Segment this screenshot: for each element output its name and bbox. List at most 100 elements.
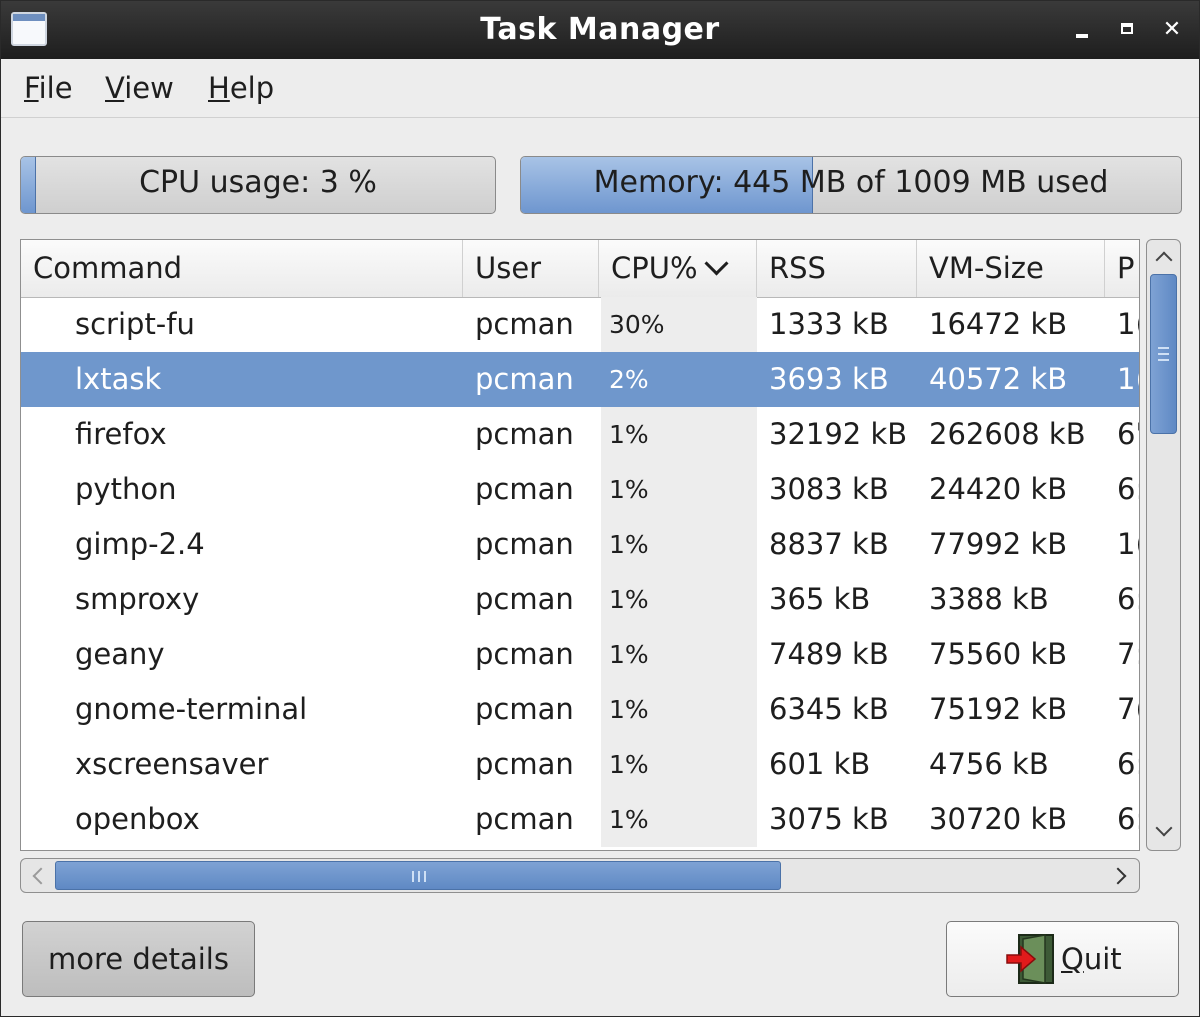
cell-command: openbox [75, 802, 200, 836]
table-header: Command User CPU% RSS VM-Size P [21, 240, 1139, 298]
scroll-down-icon [1155, 819, 1173, 837]
cell-user: pcman [475, 747, 574, 781]
cell-user: pcman [475, 307, 574, 341]
cell-cpu: 1% [609, 420, 649, 449]
cell-cpu: 1% [609, 475, 649, 504]
cell-user: pcman [475, 802, 574, 836]
scroll-down-button[interactable] [1147, 816, 1180, 850]
table-row[interactable]: smproxy pcman 1% 365 kB 3388 kB 6: [21, 572, 1139, 627]
quit-door-icon [1006, 934, 1054, 984]
cell-rss: 1333 kB [769, 307, 889, 341]
cell-rss: 8837 kB [769, 527, 889, 561]
cell-pid: 6: [1117, 802, 1139, 836]
close-button[interactable]: ✕ [1159, 17, 1185, 43]
cell-pid: 7: [1117, 637, 1139, 671]
table-row[interactable]: gimp-2.4 pcman 1% 8837 kB 77992 kB 1( [21, 517, 1139, 572]
menu-help[interactable]: Help [208, 71, 274, 105]
cell-rss: 3693 kB [769, 362, 889, 396]
memory-usage-meter: Memory: 445 MB of 1009 MB used [520, 156, 1182, 214]
menu-bar: File View Help [1, 59, 1199, 118]
column-header-cpu[interactable]: CPU% [599, 240, 757, 297]
sort-descending-icon [704, 251, 729, 276]
cell-cpu: 2% [609, 365, 649, 394]
column-header-rss[interactable]: RSS [757, 240, 917, 297]
maximize-icon [1121, 23, 1133, 34]
cell-user: pcman [475, 527, 574, 561]
cell-vm-size: 75192 kB [929, 692, 1068, 726]
cell-vm-size: 40572 kB [929, 362, 1068, 396]
cell-command: firefox [75, 417, 167, 451]
cell-rss: 601 kB [769, 747, 871, 781]
table-row[interactable]: openbox pcman 1% 3075 kB 30720 kB 6: [21, 792, 1139, 847]
cell-pid: 6: [1117, 747, 1139, 781]
cpu-usage-label: CPU usage: 3 % [139, 165, 377, 200]
horizontal-scrollbar[interactable] [20, 858, 1140, 893]
cell-cpu: 1% [609, 695, 649, 724]
grip-icon [1158, 347, 1169, 361]
cell-user: pcman [475, 692, 574, 726]
menu-file[interactable]: File [24, 71, 73, 105]
process-table[interactable]: Command User CPU% RSS VM-Size P script-f… [20, 239, 1140, 851]
cell-vm-size: 16472 kB [929, 307, 1068, 341]
table-row[interactable]: firefox pcman 1% 32192 kB 262608 kB 6' [21, 407, 1139, 462]
table-row[interactable]: script-fu pcman 30% 1333 kB 16472 kB 1( [21, 297, 1139, 352]
cell-command: gnome-terminal [75, 692, 308, 726]
close-icon: ✕ [1162, 17, 1182, 42]
table-row[interactable]: xscreensaver pcman 1% 601 kB 4756 kB 6: [21, 737, 1139, 792]
table-row[interactable]: lxtask pcman 2% 3693 kB 40572 kB 1( [21, 352, 1139, 407]
cell-vm-size: 3388 kB [929, 582, 1049, 616]
cell-rss: 3083 kB [769, 472, 889, 506]
table-row[interactable]: gnome-terminal pcman 1% 6345 kB 75192 kB 7( [21, 682, 1139, 737]
grip-icon [412, 871, 426, 882]
cell-pid: 6: [1117, 472, 1139, 506]
column-header-pid[interactable]: P [1105, 240, 1139, 297]
scroll-up-icon [1155, 251, 1173, 269]
cell-vm-size: 4756 kB [929, 747, 1049, 781]
minimize-button[interactable] [1069, 17, 1095, 43]
cell-user: pcman [475, 472, 574, 506]
cpu-usage-meter: CPU usage: 3 % [20, 156, 496, 214]
quit-button[interactable]: Quit [946, 921, 1179, 997]
cell-vm-size: 77992 kB [929, 527, 1068, 561]
cell-vm-size: 24420 kB [929, 472, 1068, 506]
column-header-command[interactable]: Command [21, 240, 463, 297]
cell-command: smproxy [75, 582, 200, 616]
quit-label: Quit [1061, 942, 1122, 976]
cell-pid: 1( [1117, 527, 1139, 561]
scroll-right-button[interactable] [1105, 859, 1139, 892]
task-manager-window: Task Manager ✕ File View Help CPU usage:… [0, 0, 1200, 1017]
scroll-up-button[interactable] [1147, 240, 1180, 274]
cell-command: python [75, 472, 177, 506]
cell-rss: 7489 kB [769, 637, 889, 671]
column-header-user[interactable]: User [463, 240, 599, 297]
cell-vm-size: 30720 kB [929, 802, 1068, 836]
scroll-right-icon [1109, 867, 1127, 885]
cell-cpu: 1% [609, 530, 649, 559]
menu-view[interactable]: View [105, 71, 174, 105]
cell-vm-size: 262608 kB [929, 417, 1086, 451]
cell-pid: 1( [1117, 307, 1139, 341]
cell-pid: 6: [1117, 582, 1139, 616]
column-header-vm-size[interactable]: VM-Size [917, 240, 1105, 297]
cell-command: gimp-2.4 [75, 527, 205, 561]
cell-cpu: 30% [609, 310, 665, 339]
cell-rss: 32192 kB [769, 417, 908, 451]
scroll-left-icon [32, 867, 50, 885]
cell-rss: 3075 kB [769, 802, 889, 836]
cell-cpu: 1% [609, 640, 649, 669]
cell-cpu: 1% [609, 585, 649, 614]
maximize-button[interactable] [1114, 17, 1140, 43]
vertical-scrollbar[interactable] [1146, 239, 1181, 851]
cell-user: pcman [475, 582, 574, 616]
vertical-scroll-thumb[interactable] [1150, 274, 1177, 434]
table-row[interactable]: geany pcman 1% 7489 kB 75560 kB 7: [21, 627, 1139, 682]
cell-command: lxtask [75, 362, 162, 396]
more-details-button[interactable]: more details [22, 921, 255, 997]
horizontal-scroll-thumb[interactable] [55, 861, 781, 890]
table-row[interactable]: python pcman 1% 3083 kB 24420 kB 6: [21, 462, 1139, 517]
cell-pid: 7( [1117, 692, 1139, 726]
cell-rss: 365 kB [769, 582, 871, 616]
minimize-icon [1076, 34, 1088, 38]
scroll-left-button[interactable] [21, 859, 55, 892]
title-bar[interactable]: Task Manager ✕ [1, 1, 1199, 59]
